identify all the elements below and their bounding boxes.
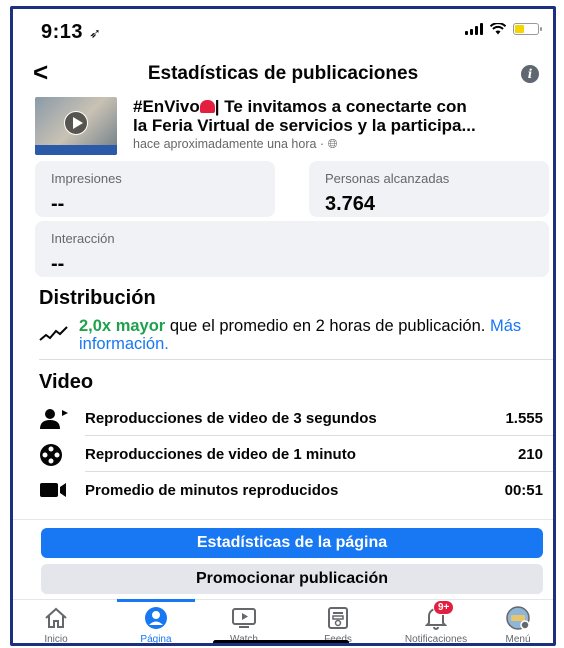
tab-label: Página [140, 634, 172, 645]
page-icon [145, 607, 167, 629]
action-area: Estadísticas de la página Promocionar pu… [13, 519, 553, 605]
video-row-value: 00:51 [504, 482, 543, 499]
status-icons [465, 23, 542, 35]
phone-frame: 9:13 ➶ < Estadísticas de publicaciones i… [10, 6, 556, 646]
post-time: hace aproximadamente una hora · [133, 137, 328, 151]
notification-badge: 9+ [433, 600, 455, 615]
distribution-description: que el promedio en 2 horas de publicació… [165, 317, 490, 335]
tab-menu[interactable]: Menú [479, 606, 553, 645]
play-icon [64, 111, 88, 135]
globe-icon: 🌐︎ [327, 137, 338, 151]
menu-icon [506, 606, 530, 630]
info-icon[interactable]: i [521, 65, 539, 83]
header: < Estadísticas de publicaciones i [13, 53, 553, 93]
battery-icon [513, 23, 542, 35]
post-hashtag: #EnVivo [133, 97, 200, 116]
tab-label: Menú [505, 634, 531, 645]
promote-post-button[interactable]: Promocionar publicación [41, 564, 543, 594]
heart-icon [199, 100, 215, 113]
post-text: #EnVivo | Te invitamos a conectarte con l… [133, 97, 543, 135]
home-icon [45, 607, 67, 628]
tab-bar: Inicio Página Watch Feeds 9+ Notificacio… [13, 599, 553, 645]
location-arrow-icon: ➶ [89, 25, 102, 41]
reach-label: Personas alcanzadas [325, 171, 450, 186]
video-row-1m: Reproducciones de video de 1 minuto 210 [39, 437, 543, 473]
watch-icon [232, 608, 256, 628]
distribution-text: 2,0x mayor que el promedio en 2 horas de… [79, 317, 535, 353]
page-title: Estadísticas de publicaciones [147, 63, 419, 84]
tab-pagina[interactable]: Página [117, 606, 195, 645]
divider [85, 471, 553, 472]
interaction-value: -- [51, 253, 65, 275]
status-bar: 9:13 ➶ [13, 9, 553, 53]
post-meta: hace aproximadamente una hora · 🌐︎ [133, 137, 338, 152]
home-indicator [213, 640, 349, 643]
video-camera-icon [40, 483, 66, 497]
status-time: 9:13 ➶ [41, 21, 101, 44]
distribution-highlight: 2,0x mayor [79, 317, 166, 335]
impressions-value: -- [51, 193, 65, 215]
page-stats-button[interactable]: Estadísticas de la página [41, 528, 543, 558]
video-row-avg: Promedio de minutos reproducidos 00:51 [39, 473, 543, 509]
reach-value: 3.764 [325, 193, 376, 215]
active-tab-indicator [117, 599, 195, 602]
video-row-3s: Reproducciones de video de 3 segundos 1.… [39, 401, 543, 437]
tab-label: Notificaciones [404, 634, 468, 645]
post-text-line2: la Feria Virtual de servicios y la parti… [133, 116, 476, 135]
distribution-heading: Distribución [39, 287, 156, 309]
feeds-icon [328, 607, 348, 629]
time-text: 9:13 [41, 21, 84, 43]
impressions-card: Impresiones -- [35, 161, 275, 217]
reach-card: Personas alcanzadas 3.764 [309, 161, 549, 217]
film-reel-icon [40, 444, 62, 466]
wifi-icon [490, 23, 506, 35]
divider [85, 435, 553, 436]
tab-inicio[interactable]: Inicio [17, 606, 95, 645]
video-row-label: Reproducciones de video de 3 segundos [85, 410, 377, 427]
interaction-card: Interacción -- [35, 221, 549, 277]
video-heading: Video [39, 371, 94, 393]
interaction-label: Interacción [51, 231, 115, 246]
post-text-line1: | Te invitamos a conectarte con [214, 97, 467, 116]
tab-label: Inicio [44, 634, 68, 645]
video-thumbnail[interactable] [35, 97, 117, 155]
trend-icon [39, 326, 68, 341]
viewer-icon [40, 409, 68, 429]
video-row-value: 1.555 [505, 410, 543, 427]
video-row-value: 210 [517, 446, 543, 463]
tab-notificaciones[interactable]: 9+ Notificaciones [391, 600, 481, 645]
video-row-label: Promedio de minutos reproducidos [85, 482, 339, 499]
impressions-label: Impresiones [51, 171, 122, 186]
video-row-label: Reproducciones de video de 1 minuto [85, 446, 356, 463]
divider [39, 359, 553, 360]
signal-icon [465, 23, 483, 35]
post-preview[interactable]: #EnVivo | Te invitamos a conectarte con l… [35, 97, 543, 157]
